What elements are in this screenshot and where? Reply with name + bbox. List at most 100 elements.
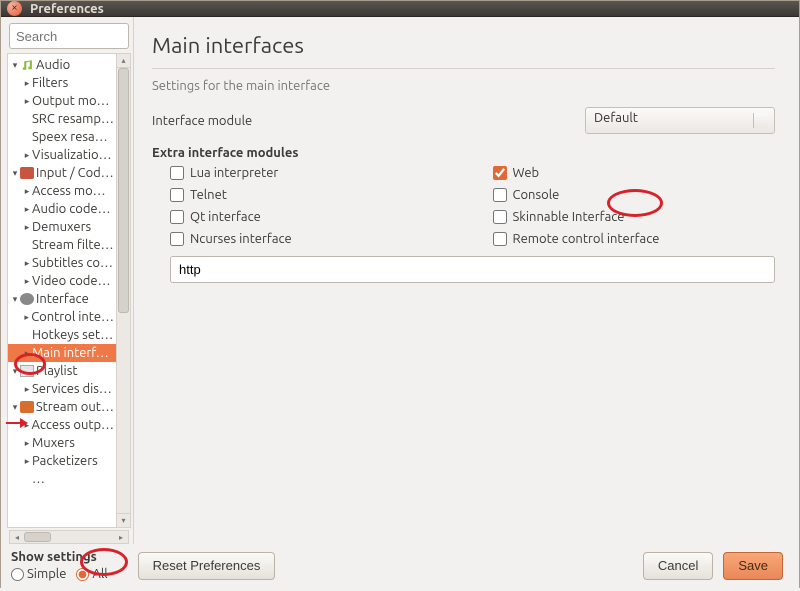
tree-item[interactable]: Visualizatio… — [8, 146, 116, 164]
tree-item[interactable]: Access outp… — [8, 416, 116, 434]
scroll-left-icon[interactable]: ◂ — [10, 531, 24, 543]
sidebar: Audio Filters Output mo… SRC resamp…Speex r… — [1, 17, 134, 544]
tree-vertical-scrollbar[interactable]: ▴ ▾ — [117, 53, 131, 528]
checkbox-input[interactable] — [493, 210, 507, 224]
radio-simple[interactable]: Simple — [11, 567, 66, 581]
chevron-down-icon[interactable] — [10, 294, 20, 305]
audio-icon — [20, 59, 34, 71]
tree-item[interactable]: … — [8, 470, 116, 488]
extra-modules-checkboxes: Lua interpreter Web Telnet Console Qt interf… — [152, 166, 775, 246]
module-checkbox[interactable]: Telnet — [170, 188, 453, 202]
scroll-right-icon[interactable]: ▸ — [114, 531, 128, 543]
close-icon[interactable]: ✕ — [7, 1, 22, 16]
checkbox-label: Web — [513, 166, 540, 180]
show-settings-label: Show settings — [11, 550, 108, 564]
footer: Show settings Simple All Reset Preferenc… — [1, 544, 799, 591]
scroll-down-icon[interactable]: ▾ — [117, 513, 130, 527]
chevron-down-icon[interactable] — [10, 366, 20, 377]
save-button[interactable]: Save — [723, 552, 783, 580]
tree-item[interactable]: SRC resamp… — [8, 110, 116, 128]
tree-item-label: Stream out… — [36, 400, 114, 414]
radio-all[interactable]: All — [76, 567, 107, 581]
chevron-right-icon[interactable] — [22, 420, 31, 431]
tree-item[interactable]: Video code… — [8, 272, 116, 290]
tree-item[interactable]: Audio code… — [8, 200, 116, 218]
content-area: Audio Filters Output mo… SRC resamp…Speex r… — [1, 17, 799, 591]
tree-item[interactable]: Demuxers — [8, 218, 116, 236]
cancel-button[interactable]: Cancel — [643, 552, 713, 580]
tree-item[interactable]: Input / Cod… — [8, 164, 116, 182]
tree-item-label: Visualizatio… — [32, 148, 112, 162]
chevron-right-icon[interactable] — [22, 438, 32, 449]
checkbox-input[interactable] — [170, 210, 184, 224]
chevron-right-icon[interactable] — [22, 348, 32, 359]
scroll-up-icon[interactable]: ▴ — [117, 54, 130, 68]
tree-item[interactable]: Packetizers — [8, 452, 116, 470]
module-checkbox[interactable]: Qt interface — [170, 210, 453, 224]
checkbox-input[interactable] — [170, 166, 184, 180]
scroll-thumb[interactable] — [118, 68, 129, 313]
checkbox-input[interactable] — [493, 166, 507, 180]
tree-item[interactable]: Control inte… — [8, 308, 116, 326]
module-checkbox[interactable]: Skinnable Interface — [493, 210, 776, 224]
tree-item[interactable]: Filters — [8, 74, 116, 92]
chevron-down-icon[interactable] — [10, 60, 20, 71]
tree-item[interactable]: Stream filte… — [8, 236, 116, 254]
tree-item[interactable]: Interface — [8, 290, 116, 308]
chevron-right-icon[interactable] — [22, 78, 32, 89]
chevron-down-icon[interactable] — [10, 168, 20, 179]
tree-item[interactable]: Output mo… — [8, 92, 116, 110]
tree-item[interactable]: Playlist — [8, 362, 116, 380]
interface-module-select[interactable]: Default ▾ — [585, 107, 775, 134]
hscroll-thumb[interactable] — [24, 532, 51, 542]
checkbox-input[interactable] — [493, 232, 507, 246]
chevron-down-icon[interactable] — [10, 402, 20, 413]
scroll-track[interactable] — [117, 68, 130, 513]
module-checkbox[interactable]: Web — [493, 166, 776, 180]
modules-text-input[interactable] — [170, 256, 775, 283]
extra-modules-heading: Extra interface modules — [152, 146, 775, 160]
module-checkbox[interactable]: Lua interpreter — [170, 166, 453, 180]
tree-item[interactable]: Speex resa… — [8, 128, 116, 146]
tree-item-label: Playlist — [36, 364, 77, 378]
tree-horizontal-scrollbar[interactable]: ◂ ▸ — [9, 530, 129, 544]
tree-item-label: Packetizers — [32, 454, 98, 468]
tree-item-label: Services dis… — [32, 382, 112, 396]
tree-item-label: Interface — [36, 292, 89, 306]
tree-item[interactable]: Subtitles co… — [8, 254, 116, 272]
module-checkbox[interactable]: Ncurses interface — [170, 232, 453, 246]
chevron-right-icon[interactable] — [22, 456, 32, 467]
hscroll-track[interactable] — [24, 531, 114, 543]
chevron-right-icon[interactable] — [22, 258, 32, 269]
tree-item[interactable]: Services dis… — [8, 380, 116, 398]
tree-item[interactable]: Access mo… — [8, 182, 116, 200]
chevron-right-icon[interactable] — [22, 384, 32, 395]
chevron-right-icon[interactable] — [22, 204, 32, 215]
module-checkbox[interactable]: Remote control interface — [493, 232, 776, 246]
tree-item-label: Filters — [32, 76, 68, 90]
tree-item-label: … — [32, 472, 45, 486]
tree-item[interactable]: Audio — [8, 56, 116, 74]
chevron-right-icon[interactable] — [22, 186, 32, 197]
titlebar[interactable]: ✕ Preferences — [1, 1, 799, 17]
tree-item-label: Output mo… — [32, 94, 109, 108]
module-checkbox[interactable]: Console — [493, 188, 776, 202]
chevron-right-icon[interactable] — [22, 222, 32, 233]
tree-item-label: Hotkeys set… — [32, 328, 113, 342]
tree-item[interactable]: Muxers — [8, 434, 116, 452]
chevron-right-icon[interactable] — [22, 96, 32, 107]
tree-item[interactable]: Main interf… — [8, 344, 116, 362]
checkbox-input[interactable] — [493, 188, 507, 202]
checkbox-input[interactable] — [170, 232, 184, 246]
tree-item[interactable]: Hotkeys set… — [8, 326, 116, 344]
chevron-right-icon[interactable] — [22, 312, 31, 323]
checkbox-input[interactable] — [170, 188, 184, 202]
chevron-right-icon[interactable] — [22, 276, 32, 287]
search-input[interactable] — [9, 23, 129, 49]
show-settings-group: Show settings Simple All — [9, 550, 108, 581]
chevron-right-icon[interactable] — [22, 150, 32, 161]
tree-item[interactable]: Stream out… — [8, 398, 116, 416]
preferences-tree[interactable]: Audio Filters Output mo… SRC resamp…Speex r… — [7, 53, 117, 528]
checkbox-label: Qt interface — [190, 210, 261, 224]
reset-preferences-button[interactable]: Reset Preferences — [138, 552, 276, 580]
